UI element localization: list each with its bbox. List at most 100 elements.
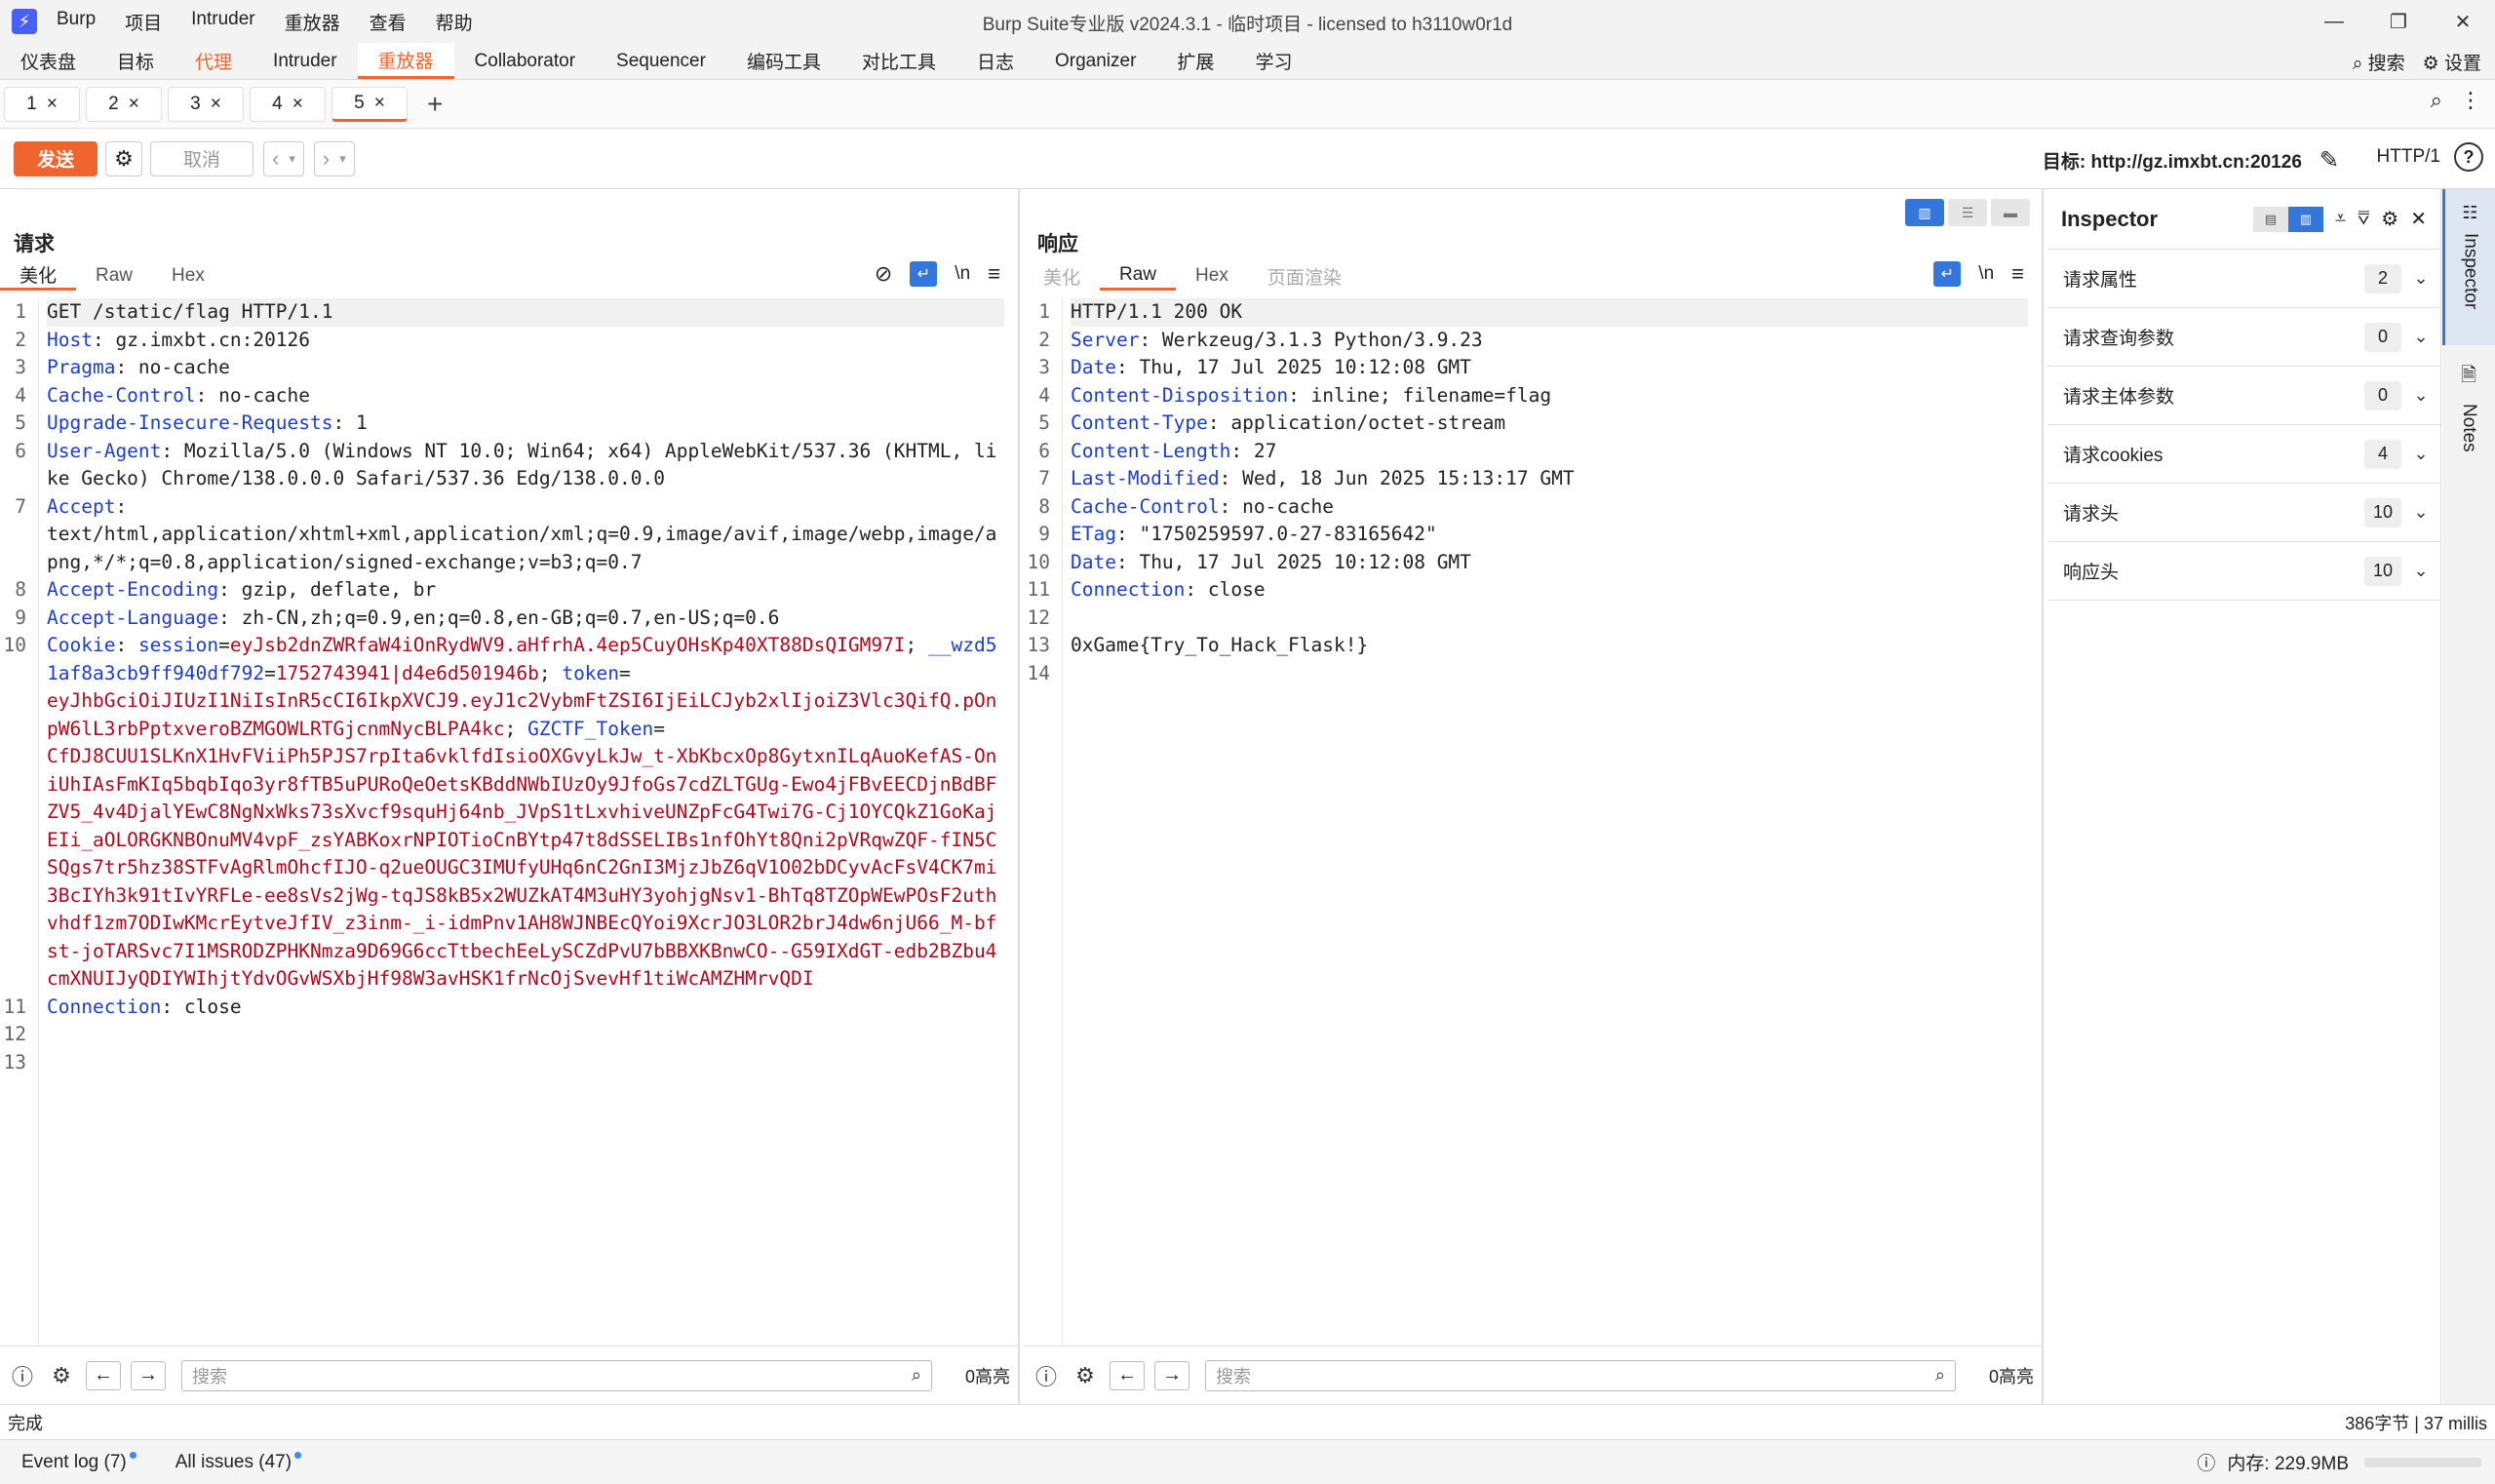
- layout-side-by-side-icon[interactable]: ▥: [1905, 199, 1944, 226]
- main-tab[interactable]: 学习: [1234, 43, 1312, 79]
- main-tab[interactable]: 代理: [175, 43, 253, 79]
- main-tab[interactable]: 对比工具: [841, 43, 956, 79]
- chevron-down-icon[interactable]: ⌄: [2401, 268, 2440, 289]
- history-back-button[interactable]: ‹ ▾: [263, 140, 304, 176]
- inspector-section[interactable]: 响应头 10 ⌄: [2047, 542, 2440, 601]
- gear-icon[interactable]: ⚙: [47, 1361, 76, 1390]
- close-window-button[interactable]: ✕: [2431, 0, 2495, 43]
- main-tab[interactable]: Intruder: [253, 43, 357, 79]
- edit-pencil-icon[interactable]: ✎: [2320, 146, 2339, 175]
- previous-match-button[interactable]: ←: [1110, 1360, 1145, 1390]
- main-tab[interactable]: 重放器: [357, 43, 454, 79]
- chevron-down-icon[interactable]: ⌄: [2401, 327, 2440, 347]
- next-match-button[interactable]: →: [1154, 1360, 1189, 1390]
- menu-repeater[interactable]: 重放器: [285, 9, 340, 35]
- menu-view[interactable]: 查看: [370, 9, 407, 35]
- help-icon[interactable]: ?: [2454, 142, 2483, 172]
- repeater-tab[interactable]: 4 ×: [250, 86, 326, 122]
- chevron-down-icon[interactable]: ⌄: [2401, 502, 2440, 523]
- next-match-button[interactable]: →: [131, 1360, 166, 1390]
- add-tab-button[interactable]: +: [427, 89, 443, 120]
- response-view-tab[interactable]: 页面渲染: [1248, 261, 1361, 291]
- menu-icon[interactable]: ≡: [2011, 261, 2024, 287]
- global-settings-button[interactable]: ⚙ 设置: [2423, 49, 2481, 75]
- wrap-lines-icon[interactable]: ↵: [910, 261, 938, 287]
- close-icon[interactable]: ×: [47, 94, 58, 115]
- main-tab[interactable]: 扩展: [1156, 43, 1234, 79]
- newline-toggle-icon[interactable]: \n: [1978, 263, 1994, 285]
- layout-list-icon[interactable]: ▤: [2252, 206, 2288, 232]
- rail-notes-tab[interactable]: 🗎 Notes: [2442, 361, 2495, 488]
- response-editor[interactable]: 1 2 3 4 5 6 7 8 9 10 11 12 13 14 HTTP/1.1 200 OK Serve…: [1024, 298, 2042, 1346]
- inspector-section[interactable]: 请求主体参数 0 ⌄: [2047, 367, 2440, 425]
- request-view-tab[interactable]: 美化: [0, 261, 77, 291]
- minimize-button[interactable]: —: [2302, 0, 2366, 43]
- maximize-button[interactable]: ❐: [2366, 0, 2431, 43]
- hide-eye-icon[interactable]: ⊘: [875, 261, 892, 287]
- repeater-tab[interactable]: 3 ×: [168, 86, 244, 122]
- http-version-selector[interactable]: HTTP/1: [2377, 146, 2440, 168]
- previous-match-button[interactable]: ←: [86, 1360, 121, 1390]
- target-display[interactable]: 目标: http://gz.imxbt.cn:20126 ✎: [2043, 146, 2339, 175]
- menu-help[interactable]: 帮助: [436, 9, 473, 35]
- help-icon[interactable]: ⓘ: [1032, 1361, 1061, 1390]
- menu-intruder[interactable]: Intruder: [191, 9, 254, 35]
- response-code[interactable]: HTTP/1.1 200 OK Server: Werkzeug/3.1.3 Py…: [1071, 298, 2028, 687]
- main-tab[interactable]: Sequencer: [596, 43, 726, 79]
- response-view-tab[interactable]: Raw: [1100, 261, 1177, 291]
- close-icon[interactable]: ×: [211, 94, 221, 115]
- collapse-all-icon[interactable]: ⩢: [2358, 208, 2369, 230]
- repeater-tab[interactable]: 2 ×: [86, 86, 162, 122]
- chevron-down-icon[interactable]: ⌄: [2401, 561, 2440, 581]
- repeater-tab[interactable]: 5 ×: [331, 86, 408, 122]
- close-icon[interactable]: ✕: [2410, 207, 2427, 231]
- event-log-link[interactable]: Event log (7): [21, 1451, 136, 1473]
- main-tab[interactable]: 日志: [956, 43, 1034, 79]
- all-issues-link[interactable]: All issues (47): [175, 1451, 302, 1473]
- newline-toggle-icon[interactable]: \n: [955, 263, 970, 285]
- rail-inspector-tab[interactable]: ☷ Inspector: [2442, 189, 2495, 345]
- chevron-down-icon[interactable]: ⌄: [2401, 385, 2440, 406]
- main-tab[interactable]: Organizer: [1034, 43, 1156, 79]
- request-search-input[interactable]: 搜索 ⌕: [181, 1359, 932, 1391]
- search-tabs-icon[interactable]: ⌕: [2431, 88, 2442, 113]
- gear-icon[interactable]: ⚙: [2381, 207, 2398, 231]
- expand-all-icon[interactable]: ⩡: [2335, 208, 2346, 230]
- inspector-section[interactable]: 请求头 10 ⌄: [2047, 484, 2440, 542]
- close-icon[interactable]: ×: [374, 93, 385, 114]
- inspector-section[interactable]: 请求cookies 4 ⌄: [2047, 425, 2440, 484]
- close-icon[interactable]: ×: [292, 94, 303, 115]
- inspector-section[interactable]: 请求查询参数 0 ⌄: [2047, 308, 2440, 367]
- help-icon[interactable]: ⓘ: [8, 1361, 37, 1390]
- request-code[interactable]: GET /static/flag HTTP/1.1 Host: gz.imxbt.…: [47, 298, 1004, 1076]
- main-tab[interactable]: Collaborator: [454, 43, 597, 79]
- wrap-lines-icon[interactable]: ↵: [1933, 261, 1962, 287]
- layout-split-icon[interactable]: ▥: [2287, 206, 2323, 232]
- gear-icon[interactable]: ⚙: [1071, 1361, 1100, 1390]
- main-tab[interactable]: 目标: [97, 43, 175, 79]
- chevron-down-icon[interactable]: ⌄: [2401, 444, 2440, 464]
- response-view-tab[interactable]: Hex: [1176, 261, 1248, 291]
- layout-tabs-icon[interactable]: ▬: [1991, 199, 2030, 226]
- repeater-tab[interactable]: 1 ×: [4, 86, 80, 122]
- layout-stacked-icon[interactable]: ☰: [1948, 199, 1987, 226]
- global-search-button[interactable]: ⌕ 搜索: [2353, 49, 2405, 75]
- response-search-input[interactable]: 搜索 ⌕: [1205, 1359, 1956, 1391]
- main-tab[interactable]: 编码工具: [726, 43, 841, 79]
- more-options-icon[interactable]: ⋮: [2460, 88, 2481, 113]
- request-view-tab[interactable]: Raw: [76, 261, 152, 291]
- cancel-button[interactable]: 取消: [150, 140, 253, 176]
- history-forward-button[interactable]: › ▾: [313, 140, 355, 176]
- info-icon[interactable]: ⓘ: [2197, 1449, 2215, 1475]
- main-tab[interactable]: 仪表盘: [0, 43, 97, 79]
- inspector-section[interactable]: 请求属性 2 ⌄: [2047, 250, 2440, 308]
- request-view-tab[interactable]: Hex: [152, 261, 224, 291]
- menu-icon[interactable]: ≡: [988, 261, 1000, 287]
- request-editor[interactable]: 1 2 3 4 5 6 7 8 9 10 11 12 13 GET /static/flag HTTP/…: [0, 298, 1018, 1346]
- response-view-tab[interactable]: 美化: [1024, 261, 1100, 291]
- menu-project[interactable]: 项目: [125, 9, 162, 35]
- menu-burp[interactable]: Burp: [57, 9, 96, 35]
- close-icon[interactable]: ×: [129, 94, 139, 115]
- send-settings-icon[interactable]: ⚙: [105, 140, 142, 176]
- send-button[interactable]: 发送: [14, 140, 97, 176]
